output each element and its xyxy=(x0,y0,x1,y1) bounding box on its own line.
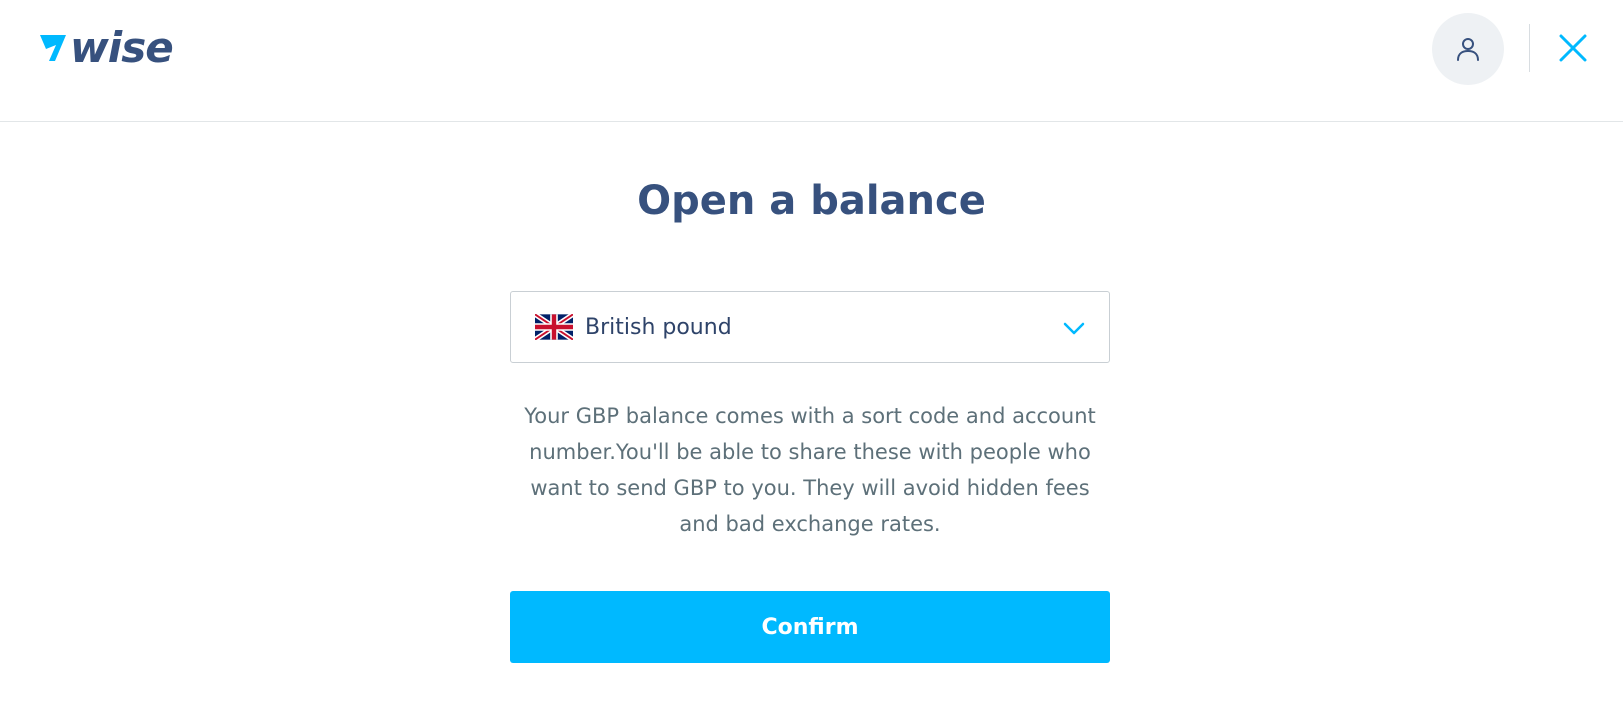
wise-logo[interactable]: wise xyxy=(38,23,174,72)
chevron-down-icon xyxy=(1063,322,1085,335)
currency-select[interactable]: British pound xyxy=(510,291,1110,363)
header-divider xyxy=(1529,24,1530,72)
balance-description: Your GBP balance comes with a sort code … xyxy=(524,404,1096,536)
wise-flag-icon xyxy=(40,35,66,61)
user-icon xyxy=(1457,38,1479,61)
confirm-button[interactable]: Confirm xyxy=(510,591,1110,663)
close-button[interactable] xyxy=(1555,30,1591,66)
top-bar: wise xyxy=(0,0,1623,122)
close-icon xyxy=(1559,34,1587,62)
currency-select-value: British pound xyxy=(585,314,732,340)
page-title: Open a balance xyxy=(637,178,986,224)
logo-wordmark: wise xyxy=(70,23,174,72)
profile-button[interactable] xyxy=(1432,13,1504,85)
uk-flag-icon xyxy=(535,314,573,340)
